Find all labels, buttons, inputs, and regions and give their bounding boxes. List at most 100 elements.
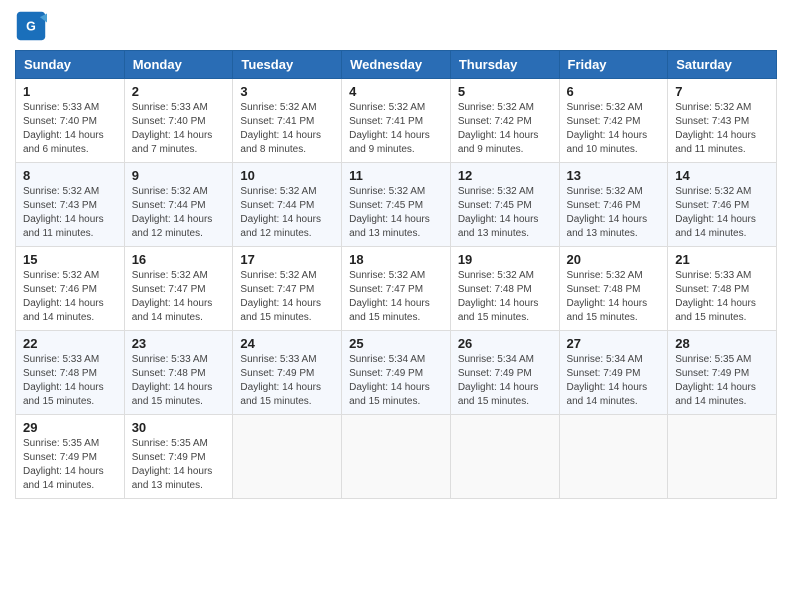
column-header-sunday: Sunday <box>16 51 125 79</box>
calendar-cell: 20 Sunrise: 5:32 AMSunset: 7:48 PMDaylig… <box>559 247 668 331</box>
cell-details: Sunrise: 5:35 AMSunset: 7:49 PMDaylight:… <box>675 353 769 409</box>
cell-details: Sunrise: 5:32 AMSunset: 7:47 PMDaylight:… <box>240 269 334 325</box>
day-number: 9 <box>132 168 226 183</box>
week-row-1: 1 Sunrise: 5:33 AMSunset: 7:40 PMDayligh… <box>16 79 777 163</box>
week-row-4: 22 Sunrise: 5:33 AMSunset: 7:48 PMDaylig… <box>16 331 777 415</box>
day-number: 25 <box>349 336 443 351</box>
calendar-cell: 3 Sunrise: 5:32 AMSunset: 7:41 PMDayligh… <box>233 79 342 163</box>
cell-details: Sunrise: 5:32 AMSunset: 7:42 PMDaylight:… <box>567 101 661 157</box>
cell-details: Sunrise: 5:32 AMSunset: 7:46 PMDaylight:… <box>23 269 117 325</box>
cell-details: Sunrise: 5:32 AMSunset: 7:43 PMDaylight:… <box>23 185 117 241</box>
cell-details: Sunrise: 5:33 AMSunset: 7:48 PMDaylight:… <box>675 269 769 325</box>
header-row: SundayMondayTuesdayWednesdayThursdayFrid… <box>16 51 777 79</box>
calendar-cell: 29 Sunrise: 5:35 AMSunset: 7:49 PMDaylig… <box>16 415 125 499</box>
day-number: 1 <box>23 84 117 99</box>
day-number: 2 <box>132 84 226 99</box>
calendar-cell: 14 Sunrise: 5:32 AMSunset: 7:46 PMDaylig… <box>668 163 777 247</box>
calendar-cell: 25 Sunrise: 5:34 AMSunset: 7:49 PMDaylig… <box>342 331 451 415</box>
cell-details: Sunrise: 5:32 AMSunset: 7:43 PMDaylight:… <box>675 101 769 157</box>
day-number: 22 <box>23 336 117 351</box>
cell-details: Sunrise: 5:32 AMSunset: 7:47 PMDaylight:… <box>349 269 443 325</box>
cell-details: Sunrise: 5:32 AMSunset: 7:46 PMDaylight:… <box>675 185 769 241</box>
calendar-cell: 15 Sunrise: 5:32 AMSunset: 7:46 PMDaylig… <box>16 247 125 331</box>
cell-details: Sunrise: 5:34 AMSunset: 7:49 PMDaylight:… <box>458 353 552 409</box>
day-number: 23 <box>132 336 226 351</box>
week-row-3: 15 Sunrise: 5:32 AMSunset: 7:46 PMDaylig… <box>16 247 777 331</box>
day-number: 30 <box>132 420 226 435</box>
page-header: G <box>15 10 777 42</box>
calendar-cell: 7 Sunrise: 5:32 AMSunset: 7:43 PMDayligh… <box>668 79 777 163</box>
cell-details: Sunrise: 5:32 AMSunset: 7:44 PMDaylight:… <box>240 185 334 241</box>
day-number: 6 <box>567 84 661 99</box>
calendar-cell: 1 Sunrise: 5:33 AMSunset: 7:40 PMDayligh… <box>16 79 125 163</box>
day-number: 11 <box>349 168 443 183</box>
calendar-cell: 11 Sunrise: 5:32 AMSunset: 7:45 PMDaylig… <box>342 163 451 247</box>
calendar-cell: 12 Sunrise: 5:32 AMSunset: 7:45 PMDaylig… <box>450 163 559 247</box>
cell-details: Sunrise: 5:32 AMSunset: 7:41 PMDaylight:… <box>349 101 443 157</box>
calendar-cell: 28 Sunrise: 5:35 AMSunset: 7:49 PMDaylig… <box>668 331 777 415</box>
cell-details: Sunrise: 5:32 AMSunset: 7:44 PMDaylight:… <box>132 185 226 241</box>
cell-details: Sunrise: 5:35 AMSunset: 7:49 PMDaylight:… <box>132 437 226 493</box>
day-number: 3 <box>240 84 334 99</box>
cell-details: Sunrise: 5:33 AMSunset: 7:40 PMDaylight:… <box>23 101 117 157</box>
calendar-cell: 21 Sunrise: 5:33 AMSunset: 7:48 PMDaylig… <box>668 247 777 331</box>
cell-details: Sunrise: 5:32 AMSunset: 7:46 PMDaylight:… <box>567 185 661 241</box>
cell-details: Sunrise: 5:32 AMSunset: 7:48 PMDaylight:… <box>567 269 661 325</box>
day-number: 17 <box>240 252 334 267</box>
column-header-thursday: Thursday <box>450 51 559 79</box>
column-header-tuesday: Tuesday <box>233 51 342 79</box>
calendar-cell: 13 Sunrise: 5:32 AMSunset: 7:46 PMDaylig… <box>559 163 668 247</box>
cell-details: Sunrise: 5:32 AMSunset: 7:47 PMDaylight:… <box>132 269 226 325</box>
week-row-5: 29 Sunrise: 5:35 AMSunset: 7:49 PMDaylig… <box>16 415 777 499</box>
calendar-cell: 8 Sunrise: 5:32 AMSunset: 7:43 PMDayligh… <box>16 163 125 247</box>
calendar-header: SundayMondayTuesdayWednesdayThursdayFrid… <box>16 51 777 79</box>
calendar-cell <box>668 415 777 499</box>
calendar-cell: 9 Sunrise: 5:32 AMSunset: 7:44 PMDayligh… <box>124 163 233 247</box>
calendar-cell: 22 Sunrise: 5:33 AMSunset: 7:48 PMDaylig… <box>16 331 125 415</box>
logo: G <box>15 10 51 42</box>
calendar-cell: 6 Sunrise: 5:32 AMSunset: 7:42 PMDayligh… <box>559 79 668 163</box>
day-number: 29 <box>23 420 117 435</box>
day-number: 10 <box>240 168 334 183</box>
cell-details: Sunrise: 5:32 AMSunset: 7:41 PMDaylight:… <box>240 101 334 157</box>
calendar-cell <box>233 415 342 499</box>
day-number: 24 <box>240 336 334 351</box>
day-number: 18 <box>349 252 443 267</box>
day-number: 26 <box>458 336 552 351</box>
calendar-cell: 26 Sunrise: 5:34 AMSunset: 7:49 PMDaylig… <box>450 331 559 415</box>
day-number: 21 <box>675 252 769 267</box>
calendar-cell: 16 Sunrise: 5:32 AMSunset: 7:47 PMDaylig… <box>124 247 233 331</box>
calendar-cell: 23 Sunrise: 5:33 AMSunset: 7:48 PMDaylig… <box>124 331 233 415</box>
column-header-monday: Monday <box>124 51 233 79</box>
day-number: 14 <box>675 168 769 183</box>
day-number: 15 <box>23 252 117 267</box>
calendar-cell: 17 Sunrise: 5:32 AMSunset: 7:47 PMDaylig… <box>233 247 342 331</box>
cell-details: Sunrise: 5:35 AMSunset: 7:49 PMDaylight:… <box>23 437 117 493</box>
cell-details: Sunrise: 5:34 AMSunset: 7:49 PMDaylight:… <box>349 353 443 409</box>
cell-details: Sunrise: 5:33 AMSunset: 7:40 PMDaylight:… <box>132 101 226 157</box>
calendar-cell: 19 Sunrise: 5:32 AMSunset: 7:48 PMDaylig… <box>450 247 559 331</box>
calendar-cell <box>450 415 559 499</box>
cell-details: Sunrise: 5:33 AMSunset: 7:49 PMDaylight:… <box>240 353 334 409</box>
day-number: 8 <box>23 168 117 183</box>
column-header-wednesday: Wednesday <box>342 51 451 79</box>
calendar-cell: 30 Sunrise: 5:35 AMSunset: 7:49 PMDaylig… <box>124 415 233 499</box>
cell-details: Sunrise: 5:33 AMSunset: 7:48 PMDaylight:… <box>132 353 226 409</box>
day-number: 7 <box>675 84 769 99</box>
calendar-body: 1 Sunrise: 5:33 AMSunset: 7:40 PMDayligh… <box>16 79 777 499</box>
day-number: 19 <box>458 252 552 267</box>
day-number: 28 <box>675 336 769 351</box>
day-number: 12 <box>458 168 552 183</box>
day-number: 16 <box>132 252 226 267</box>
cell-details: Sunrise: 5:32 AMSunset: 7:45 PMDaylight:… <box>458 185 552 241</box>
day-number: 20 <box>567 252 661 267</box>
cell-details: Sunrise: 5:32 AMSunset: 7:45 PMDaylight:… <box>349 185 443 241</box>
calendar-cell: 2 Sunrise: 5:33 AMSunset: 7:40 PMDayligh… <box>124 79 233 163</box>
svg-text:G: G <box>26 19 36 33</box>
calendar-cell <box>342 415 451 499</box>
calendar-cell: 18 Sunrise: 5:32 AMSunset: 7:47 PMDaylig… <box>342 247 451 331</box>
column-header-saturday: Saturday <box>668 51 777 79</box>
week-row-2: 8 Sunrise: 5:32 AMSunset: 7:43 PMDayligh… <box>16 163 777 247</box>
cell-details: Sunrise: 5:32 AMSunset: 7:42 PMDaylight:… <box>458 101 552 157</box>
day-number: 4 <box>349 84 443 99</box>
